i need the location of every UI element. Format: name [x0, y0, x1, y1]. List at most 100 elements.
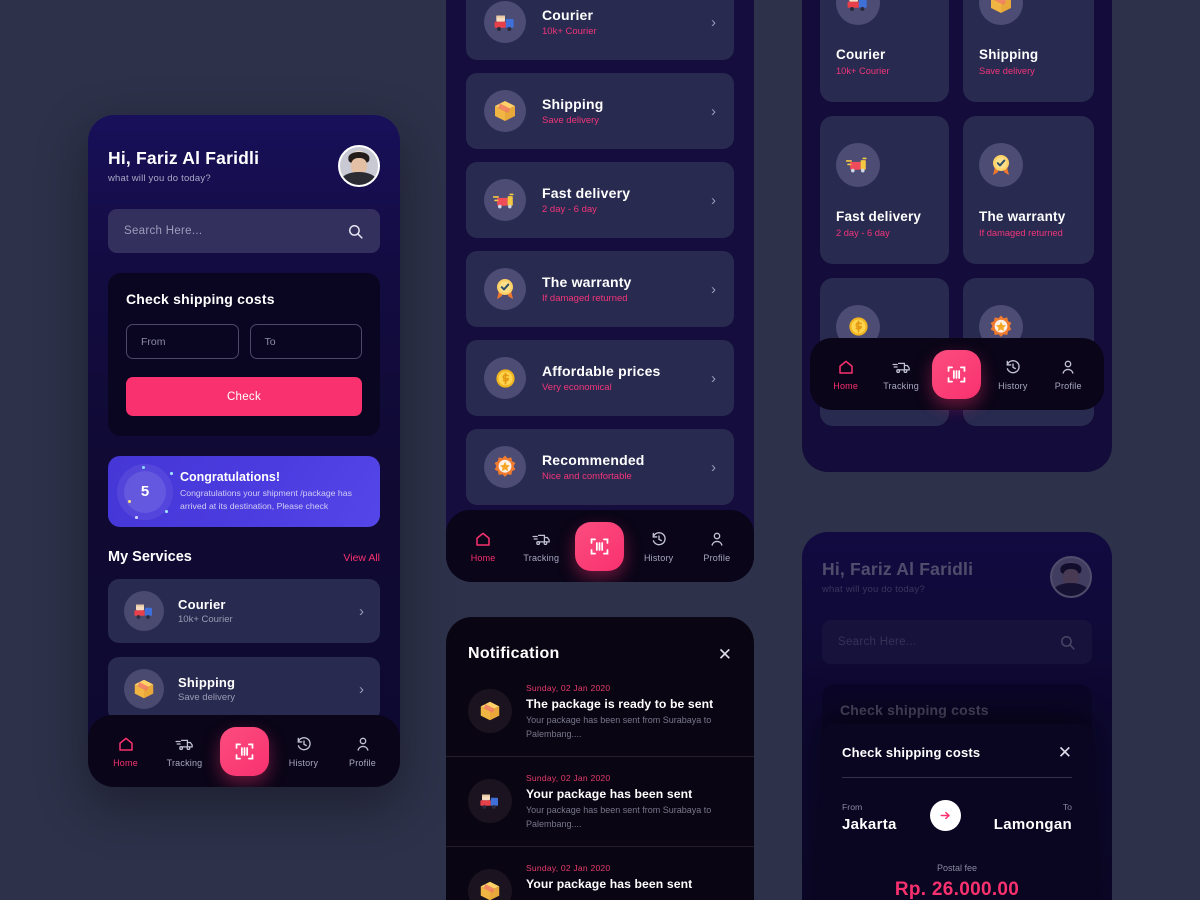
list-item[interactable]: The warranty If damaged returned ›	[466, 251, 734, 327]
list-item[interactable]: Sunday, 02 Jan 2020 Your package has bee…	[446, 845, 754, 900]
grid-card[interactable]: Shipping Save delivery	[963, 0, 1094, 102]
to-field[interactable]: To	[249, 324, 362, 359]
nav-item-home[interactable]: Home	[459, 530, 507, 563]
nav-item-history[interactable]: History	[280, 735, 328, 768]
nav-item-home[interactable]: Home	[102, 735, 150, 768]
nav-item-tracking[interactable]: Tracking	[161, 735, 209, 768]
banner-description: Congratulations your shipment /package h…	[180, 488, 352, 512]
service-subtitle: 10k+ Courier	[542, 26, 597, 37]
postal-fee: Postal fee Rp. 26.000.00	[842, 863, 1072, 900]
congratulations-banner[interactable]: 5 Congratulations! Congratulations your …	[108, 456, 380, 528]
barcode-scan-icon[interactable]	[575, 521, 625, 571]
arrow-right-icon[interactable]	[929, 800, 961, 831]
truck-icon	[175, 739, 193, 750]
list-item[interactable]: Courier 10k+ Courier ›	[466, 0, 734, 60]
grid-card-title: Fast delivery	[836, 208, 922, 224]
grid-card-title: Shipping	[979, 46, 1039, 62]
list-item[interactable]: Sunday, 02 Jan 2020 Your package has bee…	[446, 755, 754, 846]
list-item[interactable]: Recommended Nice and comfortable ›	[466, 429, 734, 505]
grid-card-title: Courier	[836, 46, 886, 62]
chevron-right-icon: ›	[359, 602, 364, 620]
notification-title-text: The package is ready to be sent	[526, 697, 714, 711]
list-item[interactable]: Shipping Save delivery ›	[108, 657, 380, 722]
nav-label: Tracking	[523, 552, 560, 563]
notification-title: Notification	[468, 645, 560, 662]
nav-item-home[interactable]: Home	[822, 358, 870, 391]
coin-icon	[484, 357, 526, 399]
grid-card-title: The warranty	[979, 208, 1066, 224]
notification-title-text: Your package has been sent	[526, 786, 693, 801]
shipping-cost-modal: Check shipping costs ✕ From Jakarta To L…	[820, 724, 1094, 900]
service-subtitle: Save delivery	[542, 115, 600, 126]
grid-card[interactable]: Courier 10k+ Courier	[820, 0, 950, 102]
fast-truck-icon	[836, 142, 880, 187]
search-input[interactable]: Search Here...	[108, 209, 380, 253]
list-item[interactable]: Sunday, 02 Jan 2020 The package is ready…	[446, 663, 754, 756]
modal-header: Check shipping costs ✕	[842, 744, 1072, 761]
home-icon	[838, 360, 853, 374]
nav-item-profile[interactable]: Profile	[693, 530, 741, 563]
service-title: Affordable prices	[542, 363, 661, 379]
from-field[interactable]: From	[126, 324, 239, 359]
page-title: Hi, Fariz Al Faridli	[108, 148, 260, 168]
nav-item-history[interactable]: History	[635, 530, 683, 563]
close-icon[interactable]: ✕	[1058, 744, 1072, 761]
shipping-cost-title: Check shipping costs	[126, 291, 275, 307]
nav-label: Tracking	[166, 757, 203, 768]
service-title: Shipping	[178, 675, 236, 691]
list-item[interactable]: Affordable prices Very economical ›	[466, 340, 734, 416]
route-summary: From Jakarta To Lamongan	[842, 800, 1072, 833]
star-badge-icon	[484, 446, 526, 488]
warranty-medal-icon	[979, 142, 1024, 187]
nav-item-history[interactable]: History	[989, 358, 1037, 391]
bottom-navigation: Home Tracking History Profile	[446, 510, 754, 582]
chevron-right-icon: ›	[711, 458, 716, 476]
service-subtitle: Nice and comfortable	[542, 471, 632, 482]
grid-card-subtitle: Save delivery	[979, 65, 1035, 76]
service-title: Courier	[178, 597, 226, 613]
nav-item-tracking[interactable]: Tracking	[517, 530, 565, 563]
delivery-truck-icon	[484, 1, 526, 43]
nav-label: Profile	[349, 757, 376, 768]
barcode-scan-icon[interactable]	[932, 349, 982, 399]
chevron-right-icon: ›	[711, 102, 716, 120]
nav-item-profile[interactable]: Profile	[339, 735, 387, 768]
postal-fee-label: Postal fee	[936, 863, 978, 873]
nav-label: History	[998, 380, 1028, 391]
grid-card[interactable]: Fast delivery 2 day - 6 day	[820, 116, 950, 264]
person-icon	[1062, 360, 1074, 374]
service-subtitle: Very economical	[542, 382, 612, 393]
service-subtitle: If damaged returned	[542, 293, 628, 304]
check-button[interactable]: Check	[126, 377, 362, 416]
package-box-icon	[468, 689, 512, 733]
nav-label: Profile	[703, 552, 731, 563]
service-subtitle: 10k+ Courier	[178, 614, 233, 626]
list-item[interactable]: Shipping Save delivery ›	[466, 73, 734, 149]
person-icon	[356, 737, 369, 751]
chevron-right-icon: ›	[711, 191, 716, 209]
person-icon	[711, 532, 723, 546]
delivery-truck-icon	[836, 0, 880, 25]
phone-services-list-screen: Courier 10k+ Courier › Shipping Save del…	[446, 0, 754, 582]
avatar[interactable]	[338, 145, 380, 187]
search-icon[interactable]	[347, 223, 364, 240]
nav-label: Profile	[1054, 380, 1082, 391]
postal-fee-value: Rp. 26.000.00	[894, 879, 1020, 900]
banner-title: Congratulations!	[180, 470, 280, 484]
grid-card[interactable]: The warranty If damaged returned	[963, 116, 1094, 264]
list-item[interactable]: Courier 10k+ Courier ›	[108, 579, 380, 644]
nav-item-profile[interactable]: Profile	[1044, 358, 1092, 391]
view-all-link[interactable]: View All	[343, 552, 380, 564]
home-header: Hi, Fariz Al Faridli what will you do to…	[88, 115, 400, 187]
nav-item-tracking[interactable]: Tracking	[877, 358, 925, 391]
spark-dot	[135, 516, 138, 519]
to-city: Lamongan	[993, 816, 1072, 833]
delivery-truck-icon	[124, 591, 164, 632]
service-title: Fast delivery	[542, 185, 631, 201]
phone-home-screen: Hi, Fariz Al Faridli what will you do to…	[88, 115, 400, 787]
from-label: From	[842, 802, 863, 812]
close-icon[interactable]: ✕	[718, 646, 732, 663]
barcode-scan-icon[interactable]	[219, 726, 269, 776]
to-placeholder: To	[264, 335, 276, 348]
list-item[interactable]: Fast delivery 2 day - 6 day ›	[466, 162, 734, 238]
